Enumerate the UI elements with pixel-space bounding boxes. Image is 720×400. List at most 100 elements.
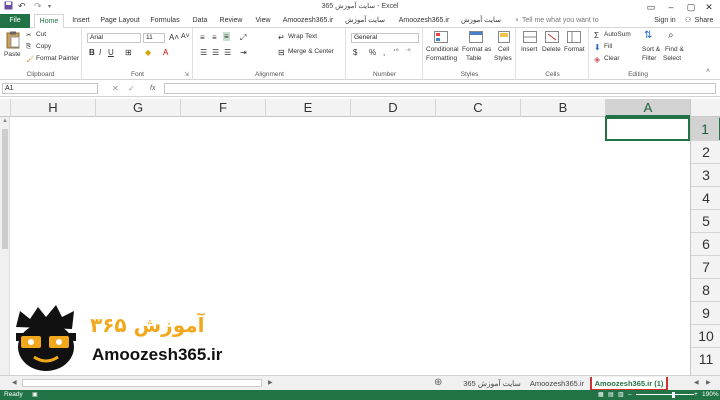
grow-font-icon[interactable]: A˄ — [169, 33, 179, 42]
column-header-f[interactable]: F — [180, 99, 265, 117]
align-right-icon[interactable]: ☰ — [224, 48, 231, 57]
new-sheet-icon[interactable]: ⊕ — [434, 377, 442, 388]
tab-file[interactable]: File — [0, 14, 30, 28]
tab-home[interactable]: Home — [34, 14, 64, 29]
font-dialog-launcher-icon[interactable]: ⇲ — [184, 71, 189, 78]
format-as-table-icon[interactable] — [469, 31, 483, 45]
number-format-select[interactable]: General — [351, 33, 419, 43]
zoom-level[interactable]: 190% — [702, 390, 719, 400]
close-icon[interactable]: ✕ — [698, 0, 720, 14]
cut-icon[interactable]: ✂ — [26, 31, 31, 39]
fill-icon[interactable]: ⬇ — [594, 43, 601, 52]
sheet-tab-amoozesh-1[interactable]: Amoozesh365.ir (1) — [590, 377, 668, 391]
page-break-view-icon[interactable]: ▥ — [618, 390, 624, 400]
shrink-font-icon[interactable]: A˅ — [181, 33, 190, 40]
tell-me-input[interactable]: Tell me what you want to do... — [522, 14, 614, 38]
font-color-icon[interactable]: A — [163, 48, 168, 57]
ribbon-display-icon[interactable]: ▭ — [640, 0, 662, 14]
normal-view-icon[interactable]: ▦ — [598, 390, 604, 400]
table-label[interactable]: Table — [466, 55, 482, 62]
select-all-corner[interactable] — [690, 99, 720, 117]
row-header-6[interactable]: 6 — [691, 232, 720, 255]
wrap-text-button[interactable]: Wrap Text — [288, 33, 317, 40]
merge-center-button[interactable]: Merge & Center — [288, 48, 334, 55]
indent-icon[interactable]: ⇥ — [240, 48, 247, 57]
insert-cells-icon[interactable] — [523, 31, 537, 45]
insert-cells-button[interactable]: Insert — [521, 46, 537, 53]
tab-persian-1[interactable]: ﺳﺎﯾﺖ آﻣﻮزش 365 — [340, 14, 390, 38]
align-bottom-icon[interactable]: ≡ — [223, 32, 230, 41]
macro-record-icon[interactable]: ▣ — [32, 390, 38, 400]
format-as-label[interactable]: Format as — [462, 46, 491, 53]
tab-view[interactable]: View — [252, 14, 274, 28]
italic-icon[interactable]: I — [99, 48, 101, 57]
row-header-8[interactable]: 8 — [691, 278, 720, 301]
formula-input[interactable] — [164, 83, 716, 94]
format-cells-button[interactable]: Format — [564, 46, 585, 53]
row-header-7[interactable]: 7 — [691, 255, 720, 278]
row-header-1[interactable]: 1 — [691, 117, 720, 140]
column-header-c[interactable]: C — [435, 99, 520, 117]
format-painter-button[interactable]: Format Painter — [36, 55, 79, 62]
align-left-icon[interactable]: ☰ — [200, 48, 207, 57]
select-label[interactable]: Select — [663, 55, 681, 62]
font-size-select[interactable]: 11 — [143, 33, 165, 43]
row-header-3[interactable]: 3 — [691, 163, 720, 186]
fill-color-icon[interactable]: ◆ — [145, 48, 151, 57]
comma-icon[interactable]: , — [383, 48, 385, 57]
name-box[interactable]: A1 — [2, 83, 98, 94]
tab-persian-2[interactable]: ﺳﺎﯾﺖ آﻣﻮزش 365 — [456, 14, 506, 38]
find-select-icon[interactable]: ⌕ — [668, 30, 674, 41]
paste-button[interactable]: Paste — [4, 51, 21, 58]
scroll-left-icon[interactable]: ◀ — [12, 379, 17, 386]
increase-decimal-icon[interactable]: ⁺⁰ — [393, 48, 399, 55]
column-header-e[interactable]: E — [265, 99, 350, 117]
column-header-a[interactable]: A — [605, 99, 690, 117]
find-label[interactable]: Find & — [665, 46, 684, 53]
autosum-icon[interactable]: Σ — [594, 31, 599, 40]
conditional-formatting-icon[interactable] — [434, 31, 448, 45]
sheet-tab-persian[interactable]: 365 ﺳﺎﯾﺖ آﻣﻮزش — [462, 377, 522, 390]
delete-cells-icon[interactable] — [545, 31, 559, 45]
filter-label[interactable]: Filter — [642, 55, 656, 62]
scroll-right-icon[interactable]: ▶ — [268, 379, 273, 386]
column-header-d[interactable]: D — [350, 99, 435, 117]
fill-button[interactable]: Fill — [604, 43, 612, 50]
font-name-select[interactable]: Arial — [87, 33, 141, 43]
cell-styles-label[interactable]: Styles — [494, 55, 512, 62]
row-header-4[interactable]: 4 — [691, 186, 720, 209]
sort-filter-icon[interactable]: ⇅ — [644, 30, 652, 41]
active-cell-a1[interactable] — [605, 117, 690, 141]
wrap-text-icon[interactable]: ↵ — [278, 33, 285, 42]
row-header-9[interactable]: 9 — [691, 301, 720, 324]
align-center-icon[interactable]: ☰ — [212, 48, 219, 57]
tab-data[interactable]: Data — [188, 14, 212, 28]
row-header-10[interactable]: 10 — [691, 324, 720, 347]
cancel-icon[interactable]: ✕ — [112, 84, 119, 93]
cell-styles-icon[interactable] — [498, 31, 510, 45]
insert-function-icon[interactable]: fx — [150, 85, 155, 92]
copy-button[interactable]: Copy — [36, 43, 51, 50]
align-top-icon[interactable]: ≡ — [200, 33, 205, 42]
format-cells-icon[interactable] — [567, 31, 581, 45]
column-header-h[interactable]: H — [10, 99, 95, 117]
tab-review[interactable]: Review — [216, 14, 246, 28]
row-header-11[interactable]: 11 — [691, 347, 720, 370]
zoom-out-icon[interactable]: – — [628, 390, 632, 400]
tab-formulas[interactable]: Formulas — [148, 14, 182, 28]
decrease-decimal-icon[interactable]: ⁻⁰ — [405, 48, 411, 55]
sheet-nav-prev-icon[interactable]: ◀ — [694, 379, 699, 386]
sort-label[interactable]: Sort & — [642, 46, 660, 53]
tab-amoozesh-1[interactable]: Amoozesh365.ir — [280, 14, 336, 28]
column-header-b[interactable]: B — [520, 99, 605, 117]
percent-icon[interactable]: % — [369, 48, 376, 57]
row-header-2[interactable]: 2 — [691, 140, 720, 163]
share-icon[interactable]: ⚇ — [684, 14, 692, 28]
share-button[interactable]: Share — [692, 14, 716, 28]
scroll-up-icon[interactable]: ▲ — [2, 118, 8, 124]
format-painter-icon[interactable]: 🖌 — [26, 55, 34, 63]
cell-label[interactable]: Cell — [498, 46, 509, 53]
tab-page-layout[interactable]: Page Layout — [98, 14, 142, 28]
merge-center-icon[interactable]: ⊟ — [278, 48, 285, 57]
clear-icon[interactable]: ◈ — [594, 55, 600, 64]
